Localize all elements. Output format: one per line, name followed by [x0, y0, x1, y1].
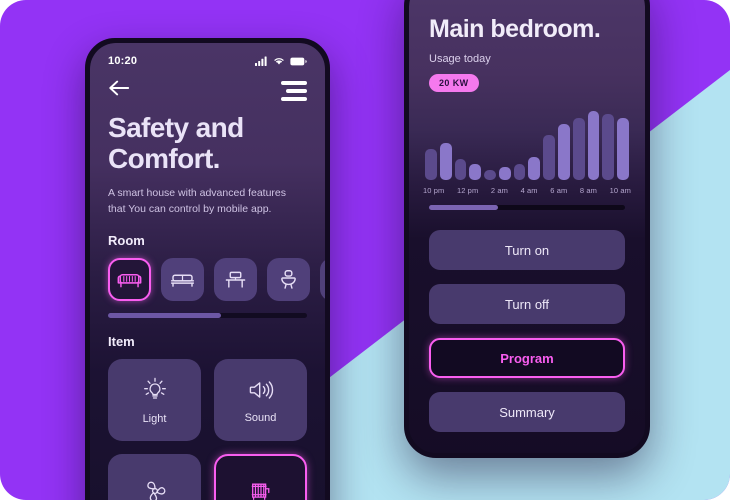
- usage-badge: 20 KW: [429, 74, 479, 92]
- chart-scrollbar[interactable]: [429, 205, 625, 210]
- chart-bar: [454, 158, 467, 180]
- speaker-icon: [249, 380, 273, 399]
- fan-icon: [146, 481, 165, 500]
- chart-bar: [469, 164, 482, 180]
- program-button[interactable]: Program: [429, 338, 625, 378]
- left-phone-screen: 10:20 Safety and Comfort. A smart house …: [90, 43, 325, 500]
- room-tile-office[interactable]: [214, 258, 257, 302]
- hamburger-menu-icon[interactable]: [281, 79, 307, 101]
- status-time: 10:20: [108, 55, 138, 67]
- room-tile-living-room[interactable]: [108, 258, 151, 302]
- room-scrollbar[interactable]: [108, 313, 307, 319]
- axis-tick-label: 6 am: [550, 186, 568, 195]
- menu-line: [286, 89, 307, 93]
- page-subtitle: A smart house with advanced features tha…: [108, 186, 287, 215]
- right-phone-screen: Main bedroom. Usage today 20 KW 10 pm 12 …: [409, 0, 645, 453]
- item-card-light[interactable]: Light: [108, 359, 201, 442]
- room-tile-more-rooms[interactable]: [320, 258, 325, 302]
- battery-icon: [290, 57, 307, 65]
- chart-bar: [484, 169, 496, 180]
- toilet-icon: [281, 270, 296, 289]
- turn-on-button[interactable]: Turn on: [429, 230, 625, 270]
- chart-bar: [498, 166, 511, 180]
- axis-tick-label: 2 am: [490, 186, 508, 195]
- usage-chart-axis: 10 pm 12 pm 2 am 4 am 6 am 8 am 10 am: [409, 180, 645, 195]
- page-title: Safety and Comfort.: [108, 112, 244, 174]
- usage-bar-chart: [423, 102, 631, 180]
- room-scrollbar-thumb[interactable]: [108, 313, 222, 319]
- chart-bar: [425, 148, 437, 180]
- axis-tick-label: 8 am: [579, 186, 597, 195]
- chart-bar: [558, 123, 570, 180]
- usage-label: Usage today: [429, 53, 491, 65]
- control-button-stack: Turn on Turn off Program Summary: [409, 210, 645, 432]
- item-card-fan[interactable]: [108, 454, 201, 500]
- chart-bar: [602, 114, 615, 180]
- wifi-icon: [274, 58, 284, 65]
- axis-tick-label: 10 pm: [423, 186, 445, 195]
- chart-bar: [617, 117, 629, 180]
- chart-bar: [528, 156, 541, 180]
- turn-off-button[interactable]: Turn off: [429, 284, 625, 324]
- design-canvas: 10:20 Safety and Comfort. A smart house …: [0, 0, 730, 500]
- item-section-label: Item: [108, 334, 135, 350]
- room-tile-bathroom[interactable]: [267, 258, 310, 302]
- room-title: Main bedroom.: [429, 15, 601, 43]
- status-icon-group: [255, 56, 307, 66]
- radiator-icon: [251, 483, 269, 500]
- item-label: Sound: [244, 411, 277, 424]
- item-grid: Light Sound: [90, 349, 325, 500]
- item-card-sound[interactable]: Sound: [214, 359, 307, 442]
- left-phone-mockup: 10:20 Safety and Comfort. A smart house …: [85, 38, 330, 500]
- bed-icon: [170, 274, 195, 287]
- cellular-signal-icon: [255, 56, 267, 66]
- status-bar: 10:20: [90, 43, 325, 69]
- room-section-label: Room: [108, 233, 145, 249]
- axis-tick-label: 4 am: [520, 186, 538, 195]
- menu-line: [281, 97, 307, 101]
- desk-icon: [225, 271, 246, 288]
- menu-line: [281, 81, 307, 85]
- lightbulb-icon: [143, 377, 166, 399]
- item-card-radiator[interactable]: [214, 454, 307, 500]
- chart-scrollbar-thumb[interactable]: [429, 205, 498, 210]
- nav-row: [90, 69, 325, 101]
- summary-button[interactable]: Summary: [429, 392, 625, 432]
- item-label: Light: [142, 412, 167, 425]
- room-selector-row[interactable]: [90, 248, 325, 302]
- chart-bar: [513, 164, 526, 180]
- axis-tick-label: 10 am: [609, 186, 631, 195]
- chart-bar: [439, 142, 452, 180]
- axis-tick-label: 12 pm: [456, 186, 479, 195]
- sofa-icon: [117, 274, 142, 288]
- back-arrow-icon[interactable]: [108, 79, 130, 97]
- chart-bar: [543, 134, 556, 180]
- right-phone-mockup: Main bedroom. Usage today 20 KW 10 pm 12 …: [404, 0, 650, 458]
- chart-bar: [587, 111, 600, 180]
- chart-bar: [572, 117, 585, 180]
- room-tile-bedroom[interactable]: [161, 258, 204, 302]
